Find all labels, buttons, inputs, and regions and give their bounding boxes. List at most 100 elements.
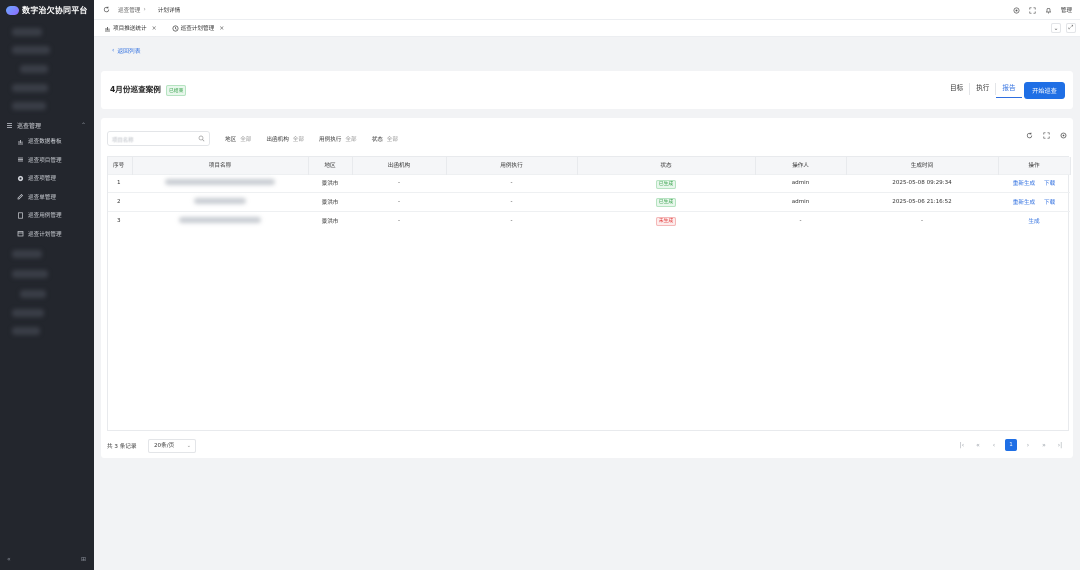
blurred-menu-item[interactable] (12, 102, 46, 110)
col-header-no: 序号 (108, 157, 133, 174)
tab-project-stats[interactable]: 项目推送统计 × (94, 20, 162, 36)
tab-label: 项目推送统计 (113, 26, 147, 32)
blurred-menu-item[interactable] (20, 290, 46, 298)
col-header-operator: 操作人 (755, 157, 847, 174)
regenerate-link[interactable]: 重新生成 (1013, 200, 1035, 206)
next-jump-icon[interactable]: » (1039, 442, 1049, 449)
sidebar-item-plans[interactable]: 巡查计划管理 (0, 225, 94, 244)
menu-group-header[interactable]: 巡查管理 ⌃ (0, 119, 94, 132)
app-logo[interactable]: 数字治欠协同平台 (0, 0, 94, 20)
cell-operator: admin (755, 192, 846, 211)
breadcrumb-parent[interactable]: 巡查管理 (118, 6, 140, 14)
sidebar-item-dashboard[interactable]: 巡查数据看板 (0, 132, 94, 151)
refresh-icon[interactable] (102, 6, 110, 14)
sidebar-item-label: 巡查计划管理 (28, 231, 62, 238)
blurred-menu-item[interactable] (12, 28, 42, 36)
blurred-menu-item[interactable] (12, 46, 50, 54)
expand-icon[interactable]: ⤢ (1066, 23, 1076, 33)
blurred-menu-item[interactable] (12, 309, 44, 317)
chevron-down-icon[interactable]: ⌄ (1051, 23, 1061, 33)
sidebar-item-label: 巡查项目管理 (28, 157, 62, 164)
filter-region[interactable]: 地区 全部 (225, 135, 251, 143)
tabs-actions: ⌄ ⤢ (1051, 23, 1076, 33)
start-inspection-button[interactable]: 开始巡查 (1024, 82, 1065, 99)
filter-value: 全部 (240, 136, 252, 143)
breadcrumb-current: 计划详情 (157, 7, 181, 14)
cell-org: - (352, 192, 446, 211)
status-tag: 未生成 (655, 217, 677, 226)
cell-status: 未生成 (577, 210, 755, 230)
user-name[interactable]: 管理 (1061, 6, 1072, 14)
cell-exec: - (446, 173, 577, 193)
theme-icon[interactable] (1013, 7, 1020, 14)
close-icon[interactable]: × (219, 25, 224, 32)
chevron-left-icon: ‹ (112, 47, 115, 54)
blurred-menu-item[interactable] (12, 84, 48, 92)
cell-status: 已生成 (577, 192, 755, 211)
blurred-menu-item[interactable] (20, 65, 48, 73)
search-input[interactable]: 项目名称 (107, 131, 210, 146)
tab-execute[interactable]: 执行 (970, 83, 995, 98)
first-page-icon[interactable]: |‹ (957, 442, 967, 449)
top-bar-actions: 管理 (1013, 0, 1072, 20)
col-header-project: 项目名称 (132, 157, 309, 174)
cell-time: 2025-05-06 21:16:52 (846, 192, 998, 211)
filter-label: 出函机构 (266, 136, 289, 143)
sidebar-item-label: 巡查单管理 (28, 194, 56, 201)
filter-org[interactable]: 出函机构 全部 (266, 135, 304, 143)
plan-header-card: 4月份巡查案例 已结束 目标 执行 报告 开始巡查 (101, 71, 1073, 109)
cell-time: 2025-05-08 09:29:34 (846, 173, 998, 193)
tab-report[interactable]: 报告 (996, 83, 1022, 98)
filter-execution[interactable]: 用例执行 全部 (319, 135, 357, 143)
sidebar-item-items[interactable]: 巡查项管理 (0, 169, 94, 188)
sidebar-item-projects[interactable]: 巡查项目管理 (0, 151, 94, 170)
last-page-icon[interactable]: ›| (1055, 442, 1065, 449)
pagination: 共 3 条记录 20条/页 ⌄ |‹ « ‹ 1 › » ›| (107, 439, 1069, 453)
filter-value: 全部 (386, 136, 398, 143)
blurred-menu-item[interactable] (12, 327, 40, 335)
bell-icon[interactable] (1045, 7, 1052, 14)
back-link[interactable]: ‹ 返回列表 (112, 46, 141, 56)
cell-no: 2 (108, 192, 132, 211)
sidebar-settings-icon[interactable]: ⊞ (81, 556, 86, 563)
tab-plan-management[interactable]: 巡查计划管理 × (162, 20, 230, 36)
current-page[interactable]: 1 (1005, 439, 1017, 451)
back-link-label: 返回列表 (117, 49, 141, 55)
collapse-sidebar-icon[interactable]: « (7, 556, 11, 563)
chart-icon (17, 138, 24, 145)
download-link[interactable]: 下载 (1044, 181, 1055, 187)
fullscreen-icon[interactable] (1043, 132, 1050, 139)
search-icon (198, 135, 205, 142)
tab-target[interactable]: 目标 (944, 83, 969, 98)
blurred-menu-item[interactable] (12, 250, 42, 258)
col-header-region: 地区 (308, 157, 353, 174)
cell-org: - (352, 210, 446, 230)
settings-icon[interactable] (1060, 132, 1067, 139)
chevron-up-icon: ⌃ (80, 122, 86, 129)
prev-page-icon[interactable]: ‹ (989, 442, 999, 449)
menu-group-label: 巡查管理 (17, 123, 42, 130)
regenerate-link[interactable]: 重新生成 (1013, 181, 1035, 187)
page-size-select[interactable]: 20条/页 ⌄ (148, 439, 196, 453)
page-title: 4月份巡查案例 (110, 85, 161, 94)
refresh-icon[interactable] (1026, 132, 1033, 139)
cell-region: 景洪市 (308, 173, 352, 193)
next-page-icon[interactable]: › (1023, 442, 1033, 449)
prev-jump-icon[interactable]: « (973, 442, 983, 449)
calendar-icon (17, 230, 24, 237)
table-tools (1026, 132, 1067, 139)
gear-icon (17, 175, 24, 182)
close-icon[interactable]: × (152, 25, 157, 32)
fullscreen-icon[interactable] (1029, 6, 1036, 14)
sidebar-item-cases[interactable]: 巡查用例管理 (0, 206, 94, 225)
cell-region: 景洪市 (308, 192, 352, 211)
cloud-logo-icon (6, 5, 19, 15)
tab-label: 巡查计划管理 (180, 26, 215, 32)
sidebar-item-sheets[interactable]: 巡查单管理 (0, 188, 94, 207)
cell-actions: 重新生成 下载 (998, 173, 1070, 193)
filter-status[interactable]: 状态 全部 (372, 135, 398, 143)
download-link[interactable]: 下载 (1044, 200, 1055, 206)
filter-label: 状态 (371, 136, 383, 143)
blurred-menu-item[interactable] (12, 270, 48, 278)
generate-link[interactable]: 生成 (1028, 219, 1039, 225)
